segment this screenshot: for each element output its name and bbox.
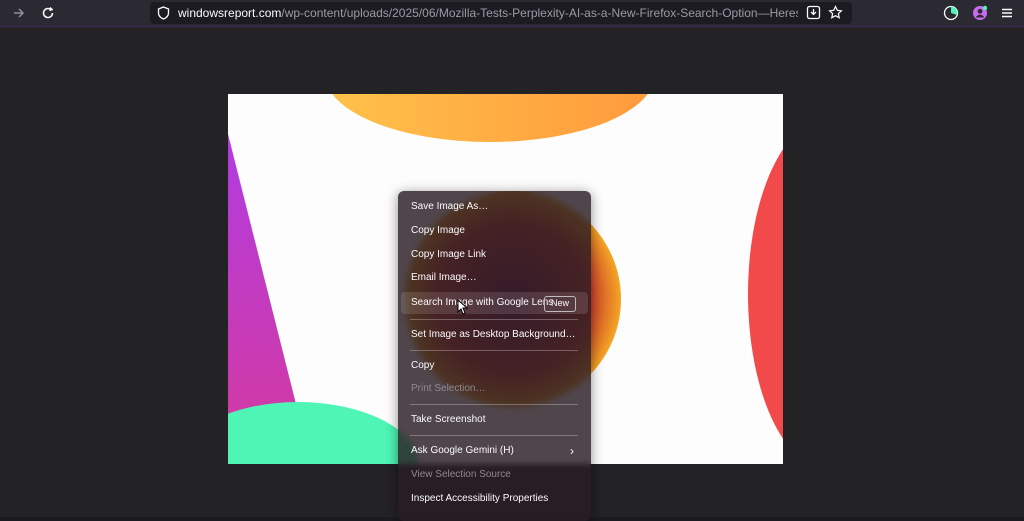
chevron-right-icon: › <box>570 444 574 458</box>
menu-item-inspect-accessibility[interactable]: Inspect Accessibility Properties <box>401 488 588 510</box>
menu-item-copy-image[interactable]: Copy Image <box>401 220 588 242</box>
url-host: windowsreport.com <box>178 6 282 20</box>
menu-item-label: Copy Image Link <box>411 249 487 260</box>
menu-separator <box>410 404 578 405</box>
url-bar[interactable]: windowsreport.com/wp-content/uploads/202… <box>150 2 852 24</box>
url-text[interactable]: windowsreport.com/wp-content/uploads/202… <box>178 6 798 20</box>
menu-separator <box>410 319 578 320</box>
download-icon[interactable] <box>806 5 821 25</box>
menu-item-copy-image-link[interactable]: Copy Image Link <box>401 244 588 266</box>
menu-item-email-image[interactable]: Email Image… <box>401 267 588 289</box>
menu-item-label: Email Image… <box>411 272 477 283</box>
forward-icon[interactable] <box>9 3 29 23</box>
menu-separator <box>410 350 578 351</box>
menu-item-label: Inspect Accessibility Properties <box>411 493 549 504</box>
browser-toolbar: windowsreport.com/wp-content/uploads/202… <box>0 0 1024 27</box>
new-badge: New <box>543 296 576 312</box>
account-icon[interactable] <box>970 3 990 23</box>
shield-icon[interactable] <box>157 6 170 25</box>
menu-item-ask-google-gemini[interactable]: Ask Google Gemini (H) › <box>401 440 588 462</box>
menu-item-set-desktop-background[interactable]: Set Image as Desktop Background… <box>401 324 588 346</box>
menu-item-label: Search Image with Google Lens <box>411 297 554 308</box>
mouse-cursor-icon <box>457 298 469 320</box>
extension-icon[interactable] <box>941 3 961 23</box>
context-menu: Save Image As… Copy Image Copy Image Lin… <box>398 191 591 521</box>
reload-icon[interactable] <box>38 3 58 23</box>
menu-item-label: Copy <box>411 360 435 371</box>
menu-item-label: Set Image as Desktop Background… <box>411 329 576 340</box>
menu-icon[interactable] <box>997 3 1017 23</box>
menu-item-take-screenshot[interactable]: Take Screenshot <box>401 409 588 431</box>
menu-item-label: Save Image As… <box>411 201 489 212</box>
menu-item-label: Take Screenshot <box>411 414 486 425</box>
bookmark-star-icon[interactable] <box>828 5 843 25</box>
menu-item-view-selection-source: View Selection Source <box>401 464 588 486</box>
menu-item-save-image-as[interactable]: Save Image As… <box>401 196 588 218</box>
menu-item-label: Copy Image <box>411 225 465 236</box>
menu-item-label: Print Selection… <box>411 383 486 394</box>
menu-item-search-google-lens[interactable]: Search Image with Google Lens New <box>401 292 588 314</box>
menu-item-copy[interactable]: Copy <box>401 355 588 377</box>
menu-separator <box>410 435 578 436</box>
menu-item-label: Ask Google Gemini (H) <box>411 445 514 456</box>
url-path: /wp-content/uploads/2025/06/Mozilla-Test… <box>281 6 798 20</box>
menu-item-print-selection: Print Selection… <box>401 378 588 400</box>
menu-item-label: View Selection Source <box>411 469 511 480</box>
